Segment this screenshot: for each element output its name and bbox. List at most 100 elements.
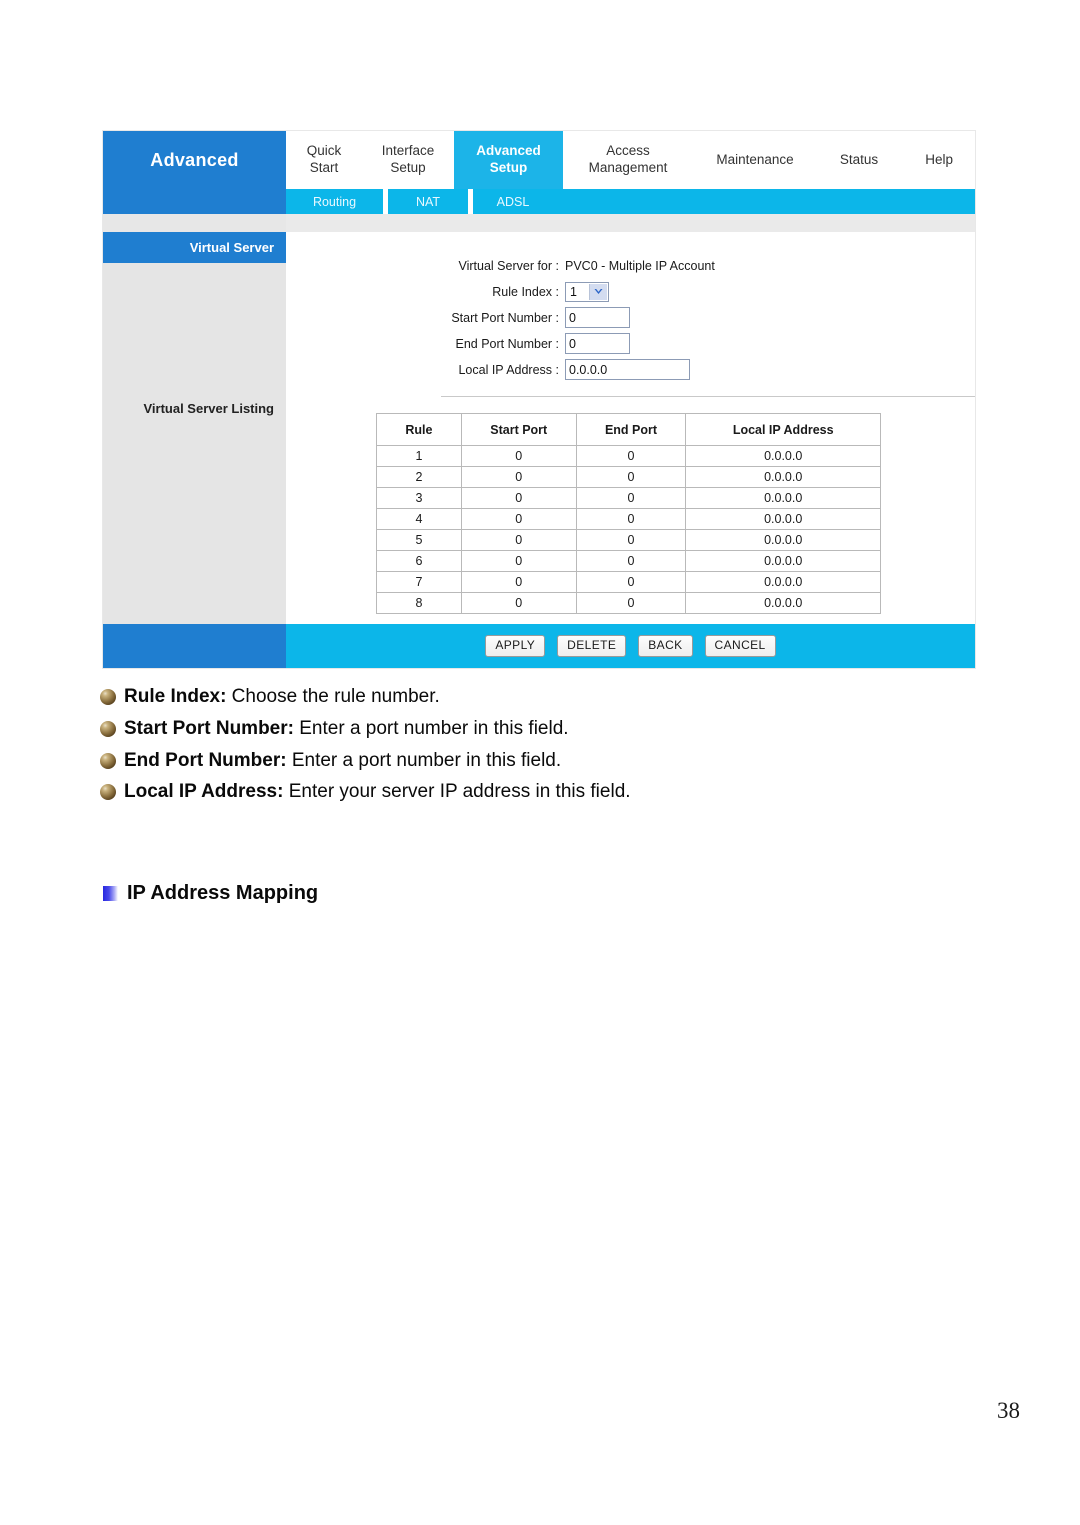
table-header-row: Rule Start Port End Port Local IP Addres… [376, 413, 881, 446]
cell-start-port: 0 [460, 529, 577, 551]
list-item: Local IP Address: Enter your server IP a… [100, 781, 980, 804]
subtab-routing[interactable]: Routing [286, 189, 383, 214]
list-item-term: Rule Index: [124, 686, 227, 707]
section-heading: IP Address Mapping [103, 882, 318, 905]
router-admin-screenshot: Advanced Quick Start Interface Setup Adv… [103, 131, 975, 668]
sub-tab-group: Routing NAT ADSL [286, 189, 975, 214]
tab-quick-start[interactable]: Quick Start [286, 131, 362, 189]
cell-rule: 1 [376, 445, 462, 467]
cell-rule: 3 [376, 487, 462, 509]
cell-end-port: 0 [575, 508, 687, 530]
table-body: 1 0 0 0.0.0.0 2 0 0 0.0.0.0 3 0 0 0.0.0.… [376, 445, 881, 614]
list-item-desc: Enter your server IP address in this fie… [283, 781, 631, 803]
cell-rule: 4 [376, 508, 462, 530]
local-ip-input[interactable] [565, 359, 690, 380]
sidebar-item-virtual-server[interactable]: Virtual Server [103, 232, 286, 263]
table-row: 1 0 0 0.0.0.0 [376, 445, 881, 467]
cell-local-ip: 0.0.0.0 [685, 592, 881, 614]
cell-rule: 7 [376, 571, 462, 593]
cell-start-port: 0 [460, 487, 577, 509]
section-heading-text: IP Address Mapping [127, 882, 319, 904]
column-header-end-port: End Port [575, 413, 687, 446]
local-ip-label: Local IP Address : [458, 362, 559, 377]
end-port-input[interactable] [565, 333, 630, 354]
cell-rule: 5 [376, 529, 462, 551]
subtab-nat[interactable]: NAT [388, 189, 468, 214]
field-local-ip-address: Local IP Address : [441, 357, 975, 382]
router-sidebar: Virtual Server Virtual Server Listing [103, 232, 286, 624]
virtual-server-listing-table: Rule Start Port End Port Local IP Addres… [376, 413, 881, 614]
table-row: 5 0 0 0.0.0.0 [376, 529, 881, 551]
tab-access-management[interactable]: Access Management [563, 131, 693, 189]
cell-end-port: 0 [575, 487, 687, 509]
list-item-desc: Enter a port number in this field. [286, 749, 562, 771]
list-item-term: Start Port Number: [124, 717, 294, 739]
subtab-adsl[interactable]: ADSL [473, 189, 553, 214]
list-item-text: Local IP Address: Enter your server IP a… [124, 781, 631, 804]
field-end-port-number: End Port Number : [441, 331, 975, 356]
router-header: Advanced Quick Start Interface Setup Adv… [103, 131, 975, 189]
sphere-bullet-icon [100, 752, 116, 769]
cancel-button[interactable]: CANCEL [704, 635, 776, 657]
start-port-input[interactable] [565, 307, 630, 328]
list-item-desc: Choose the rule number. [226, 686, 440, 707]
start-port-label: Start Port Number : [451, 310, 559, 325]
cell-local-ip: 0.0.0.0 [685, 529, 881, 551]
router-footer-bar: APPLY DELETE BACK CANCEL [103, 624, 975, 668]
cell-end-port: 0 [575, 550, 687, 572]
page-number: 38 [997, 1398, 1020, 1423]
cell-end-port: 0 [575, 445, 687, 467]
sphere-bullet-icon [100, 720, 116, 737]
list-item: Start Port Number: Enter a port number i… [100, 718, 980, 741]
virtual-server-form: Virtual Server for : PVC0 - Multiple IP … [286, 253, 975, 397]
apply-button[interactable]: APPLY [485, 635, 546, 657]
cell-local-ip: 0.0.0.0 [685, 550, 881, 572]
square-bullet-icon [103, 886, 118, 901]
table-row: 4 0 0 0.0.0.0 [376, 508, 881, 530]
cell-start-port: 0 [460, 445, 577, 467]
cell-end-port: 0 [575, 466, 687, 488]
cell-end-port: 0 [575, 571, 687, 593]
list-item-term: End Port Number: [124, 749, 287, 771]
strip-right [286, 214, 975, 232]
cell-start-port: 0 [460, 508, 577, 530]
cell-rule: 6 [376, 550, 462, 572]
tab-maintenance[interactable]: Maintenance [693, 131, 817, 189]
footer-button-group: APPLY DELETE BACK CANCEL [286, 624, 975, 668]
rule-index-select[interactable]: 1 [565, 281, 609, 302]
back-button[interactable]: BACK [638, 635, 693, 657]
chevron-down-icon[interactable] [589, 283, 607, 300]
main-tab-bar: Quick Start Interface Setup Advanced Set… [286, 131, 975, 189]
list-item-text: End Port Number: Enter a port number in … [124, 750, 561, 773]
field-description-list: Rule Index: Choose the rule number. Star… [100, 686, 980, 813]
tab-interface-setup[interactable]: Interface Setup [362, 131, 454, 189]
cell-start-port: 0 [460, 550, 577, 572]
cell-local-ip: 0.0.0.0 [685, 571, 881, 593]
list-item: Rule Index: Choose the rule number. [100, 686, 980, 709]
sub-tab-bar-lead [103, 189, 286, 214]
router-body: Virtual Server Virtual Server Listing Vi… [103, 232, 975, 624]
virtual-server-for-label: Virtual Server for : [458, 258, 559, 273]
table-row: 2 0 0 0.0.0.0 [376, 466, 881, 488]
sidebar-item-virtual-server-listing: Virtual Server Listing [143, 401, 274, 416]
delete-button[interactable]: DELETE [557, 635, 627, 657]
tab-help[interactable]: Help [901, 131, 975, 189]
cell-end-port: 0 [575, 592, 687, 614]
column-header-start-port: Start Port [460, 413, 577, 446]
virtual-server-for-value: PVC0 - Multiple IP Account [565, 258, 715, 273]
table-row: 6 0 0 0.0.0.0 [376, 550, 881, 572]
cell-local-ip: 0.0.0.0 [685, 445, 881, 467]
tab-status[interactable]: Status [817, 131, 901, 189]
strip-left [103, 214, 286, 232]
list-item: End Port Number: Enter a port number in … [100, 750, 980, 773]
tab-advanced-setup[interactable]: Advanced Setup [454, 131, 563, 189]
rule-index-label: Rule Index : [492, 284, 559, 299]
list-item-desc: Enter a port number in this field. [293, 717, 569, 739]
cell-rule: 2 [376, 466, 462, 488]
router-content: Virtual Server for : PVC0 - Multiple IP … [286, 232, 975, 624]
field-virtual-server-for: Virtual Server for : PVC0 - Multiple IP … [441, 253, 975, 278]
table-row: 3 0 0 0.0.0.0 [376, 487, 881, 509]
field-start-port-number: Start Port Number : [441, 305, 975, 330]
cell-start-port: 0 [460, 571, 577, 593]
field-rule-index: Rule Index : 1 [441, 279, 975, 304]
